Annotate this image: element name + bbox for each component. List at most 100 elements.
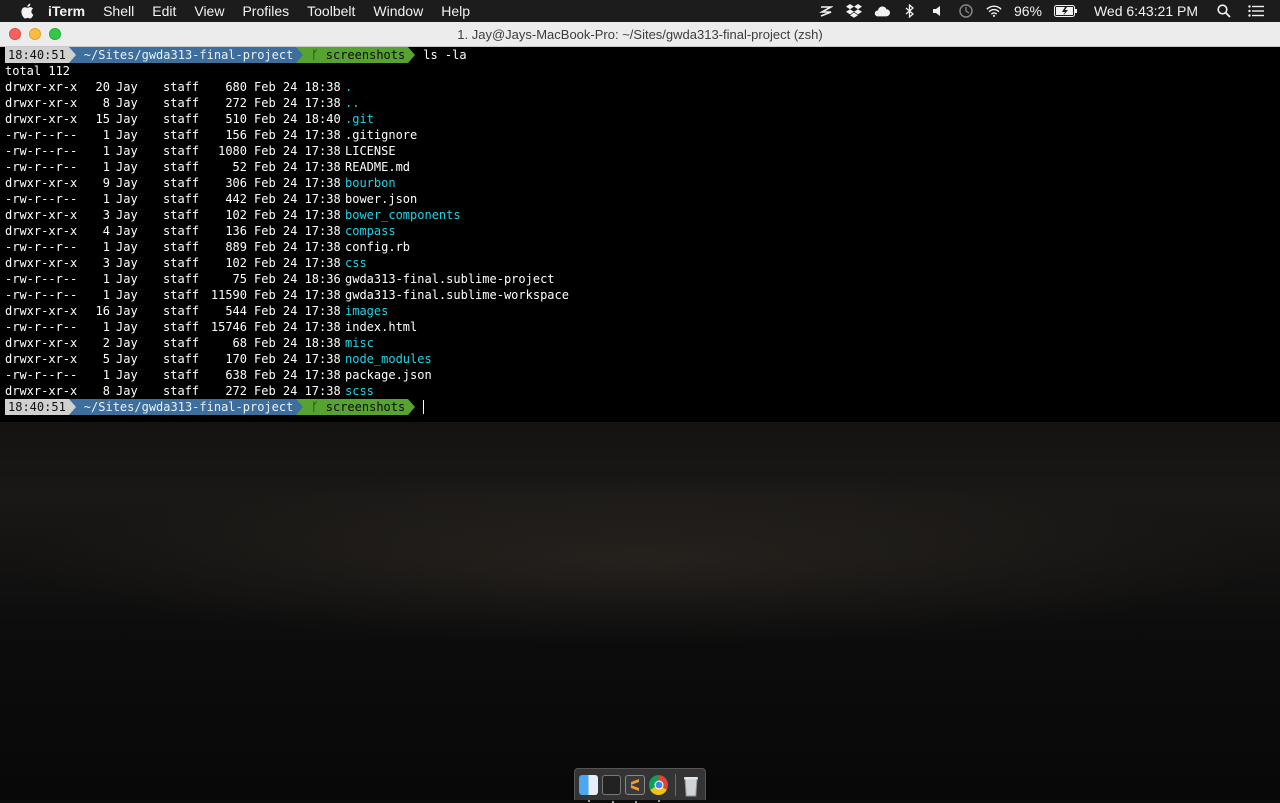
terminal-pane[interactable]: 18:40:51 ~/Sites/gwda313-final-project ᚴ… xyxy=(0,47,1280,422)
link-count: 1 xyxy=(102,144,110,158)
menu-window[interactable]: Window xyxy=(373,3,423,19)
clock[interactable]: Wed 6:43:21 PM xyxy=(1094,3,1198,19)
listing-row: -rw-r--r-- 1 Jay staff 156 Feb 24 17:38 .gitig… xyxy=(5,127,1280,143)
menu-profiles[interactable]: Profiles xyxy=(242,3,289,19)
link-count: 3 xyxy=(102,256,110,270)
cloud-icon[interactable] xyxy=(874,3,890,19)
prompt-git-branch: ᚴ screenshots xyxy=(303,399,409,415)
link-count: 1 xyxy=(102,240,110,254)
file-owner: Jay xyxy=(116,176,138,190)
file-size: 510 xyxy=(225,112,247,126)
file-permissions: -rw-r--r-- xyxy=(5,144,78,158)
iterm-window: 1. Jay@Jays-MacBook-Pro: ~/Sites/gwda313… xyxy=(0,22,1280,422)
trash-icon[interactable] xyxy=(681,775,701,796)
file-group: staff xyxy=(163,192,200,206)
file-owner: Jay xyxy=(116,144,138,158)
file-size: 544 xyxy=(225,304,247,318)
link-count: 4 xyxy=(102,224,110,238)
close-button[interactable] xyxy=(9,28,21,40)
file-name: index.html xyxy=(345,320,418,334)
dock-separator xyxy=(675,773,676,796)
file-date: Feb 24 17:38 xyxy=(254,208,341,222)
dropbox-s-icon[interactable] xyxy=(818,3,834,19)
wifi-icon[interactable] xyxy=(986,3,1002,19)
file-size: 680 xyxy=(225,80,247,94)
file-owner: Jay xyxy=(116,352,138,366)
directory-name: bower_components xyxy=(345,208,461,222)
file-date: Feb 24 17:38 xyxy=(254,288,341,302)
file-name: config.rb xyxy=(345,240,411,254)
minimize-button[interactable] xyxy=(29,28,41,40)
file-permissions: -rw-r--r-- xyxy=(5,192,78,206)
file-permissions: drwxr-xr-x xyxy=(5,384,78,398)
spotlight-icon[interactable] xyxy=(1216,3,1232,19)
file-group: staff xyxy=(163,368,200,382)
zoom-button[interactable] xyxy=(49,28,61,40)
menu-edit[interactable]: Edit xyxy=(152,3,176,19)
file-size: 170 xyxy=(225,352,247,366)
window-controls xyxy=(9,28,69,40)
file-size: 11590 xyxy=(210,288,247,302)
file-date: Feb 24 17:38 xyxy=(254,256,341,270)
file-group: staff xyxy=(163,384,200,398)
directory-name: compass xyxy=(345,224,396,238)
window-titlebar[interactable]: 1. Jay@Jays-MacBook-Pro: ~/Sites/gwda313… xyxy=(0,22,1280,47)
file-date: Feb 24 18:38 xyxy=(254,80,341,94)
file-permissions: drwxr-xr-x xyxy=(5,80,78,94)
listing-row: -rw-r--r-- 1 Jay staff 15746 Feb 24 17:38 inde… xyxy=(5,319,1280,335)
file-owner: Jay xyxy=(116,96,138,110)
file-permissions: -rw-r--r-- xyxy=(5,128,78,142)
file-permissions: -rw-r--r-- xyxy=(5,160,78,174)
menu-shell[interactable]: Shell xyxy=(103,3,134,19)
chrome-icon[interactable] xyxy=(649,774,669,802)
bluetooth-icon[interactable] xyxy=(902,3,918,19)
file-permissions: drwxr-xr-x xyxy=(5,256,78,270)
directory-name: images xyxy=(345,304,389,318)
directory-name: bourbon xyxy=(345,176,396,190)
link-count: 1 xyxy=(102,192,110,206)
directory-name: misc xyxy=(345,336,374,350)
file-owner: Jay xyxy=(116,160,138,174)
prompt-path: ~/Sites/gwda313-final-project xyxy=(75,399,297,415)
file-date: Feb 24 17:38 xyxy=(254,160,341,174)
listing-row: -rw-r--r-- 1 Jay staff 1080 Feb 24 17:38 LICEN… xyxy=(5,143,1280,159)
prompt-separator-icon xyxy=(68,47,76,63)
time-machine-icon[interactable] xyxy=(958,3,974,19)
dropbox-icon[interactable] xyxy=(845,3,862,19)
file-date: Feb 24 17:38 xyxy=(254,240,341,254)
notification-center-icon[interactable] xyxy=(1248,3,1264,19)
volume-icon[interactable] xyxy=(930,3,946,19)
file-group: staff xyxy=(163,112,200,126)
shell-prompt: 18:40:51 ~/Sites/gwda313-final-project ᚴ… xyxy=(5,47,1280,63)
file-date: Feb 24 17:38 xyxy=(254,304,341,318)
menu-help[interactable]: Help xyxy=(441,3,470,19)
file-group: staff xyxy=(163,288,200,302)
file-group: staff xyxy=(163,304,200,318)
finder-icon[interactable] xyxy=(579,774,598,802)
git-branch-name: screenshots xyxy=(325,400,406,414)
file-size: 638 xyxy=(225,368,247,382)
file-group: staff xyxy=(163,240,200,254)
terminal-icon[interactable] xyxy=(601,774,622,803)
file-size: 136 xyxy=(225,224,247,238)
menu-view[interactable]: View xyxy=(194,3,224,19)
listing-row: -rw-r--r-- 1 Jay staff 638 Feb 24 17:38 packag… xyxy=(5,367,1280,383)
battery-icon[interactable] xyxy=(1053,3,1078,19)
prompt-separator-icon xyxy=(68,399,76,415)
link-count: 1 xyxy=(102,320,110,334)
menu-app-iterm[interactable]: iTerm xyxy=(48,3,85,19)
battery-percent[interactable]: 96% xyxy=(1014,3,1042,19)
listing-row: drwxr-xr-x 16 Jay staff 544 Feb 24 17:38 image… xyxy=(5,303,1280,319)
listing-row: -rw-r--r-- 1 Jay staff 75 Feb 24 18:36 gwda313… xyxy=(5,271,1280,287)
text-cursor xyxy=(423,400,425,414)
menu-toolbelt[interactable]: Toolbelt xyxy=(307,3,355,19)
file-date: Feb 24 17:38 xyxy=(254,352,341,366)
apple-menu-icon[interactable] xyxy=(20,3,34,19)
sublime-text-icon[interactable] xyxy=(625,774,646,803)
link-count: 9 xyxy=(102,176,110,190)
prompt-path: ~/Sites/gwda313-final-project xyxy=(75,47,297,63)
dock xyxy=(574,768,706,803)
file-owner: Jay xyxy=(116,112,138,126)
prompt-separator-icon xyxy=(408,399,416,415)
prompt-time: 18:40:51 xyxy=(5,399,69,415)
